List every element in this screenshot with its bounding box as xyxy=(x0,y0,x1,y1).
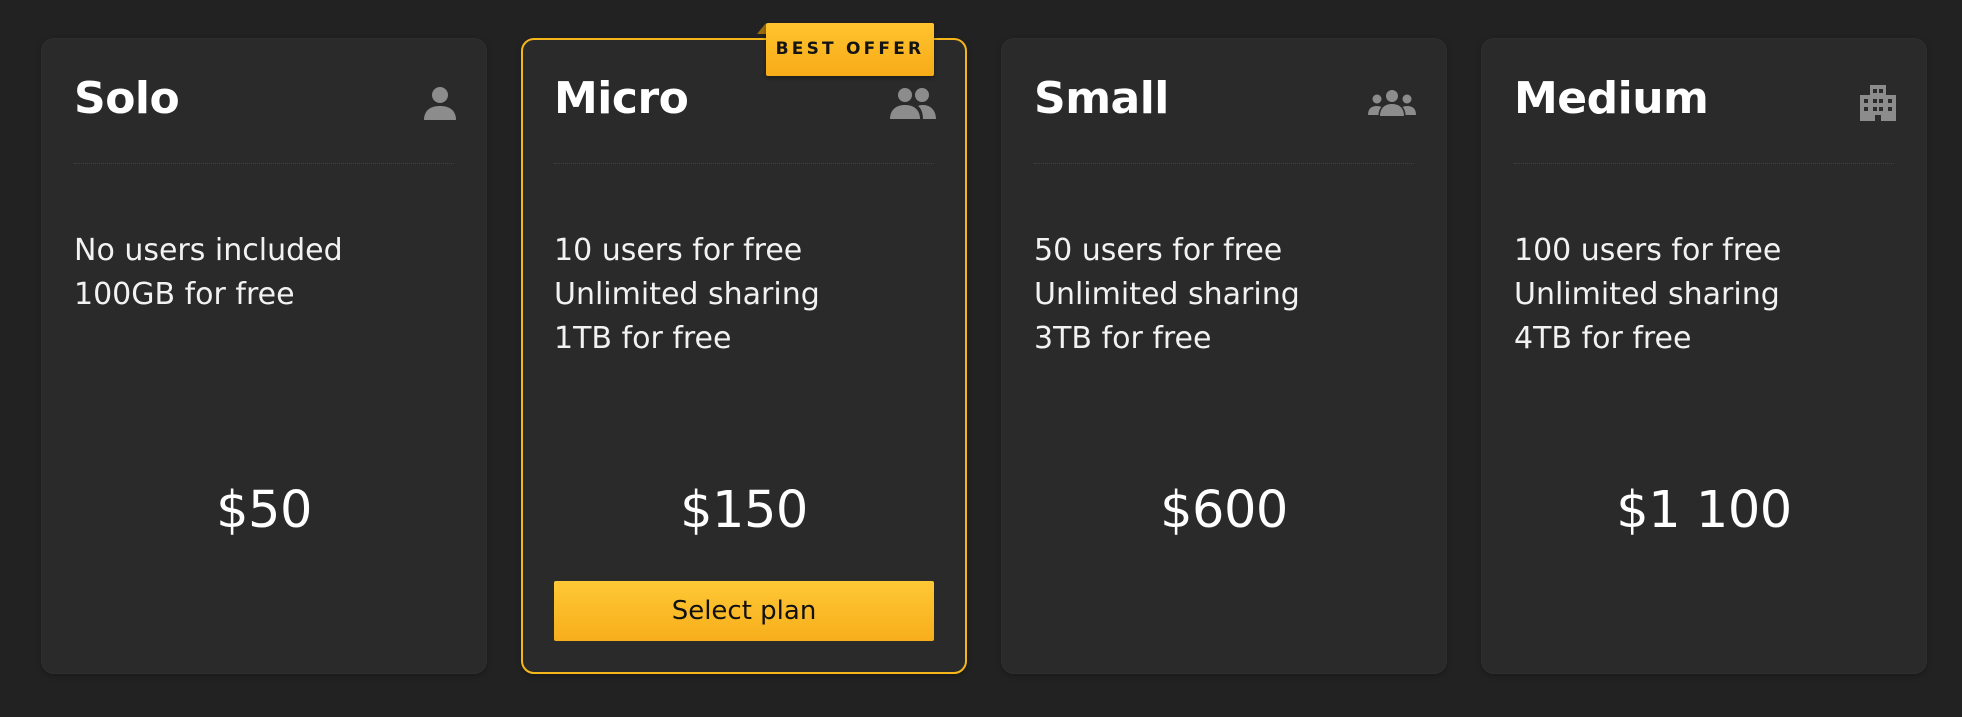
feature-list: 100 users for free Unlimited sharing 4TB… xyxy=(1514,229,1781,361)
feature-item: 50 users for free xyxy=(1034,233,1283,268)
feature-item: No users included xyxy=(74,233,343,268)
feature-item: Unlimited sharing xyxy=(554,277,820,312)
divider xyxy=(1514,163,1894,164)
feature-item: Unlimited sharing xyxy=(1514,277,1780,312)
plan-price: $50 xyxy=(216,481,312,540)
divider xyxy=(1034,163,1414,164)
feature-list: No users included 100GB for free xyxy=(74,229,343,317)
best-offer-badge: BEST OFFER xyxy=(766,23,934,76)
feature-item: Unlimited sharing xyxy=(1034,277,1300,312)
group-icon xyxy=(1366,83,1416,123)
person-icon xyxy=(406,83,456,123)
feature-item: 3TB for free xyxy=(1034,321,1212,356)
plan-price: $1 100 xyxy=(1616,481,1792,540)
feature-item: 100 users for free xyxy=(1514,233,1782,268)
feature-item: 10 users for free xyxy=(554,233,803,268)
plan-card-micro[interactable]: Micro 10 users for free Unlimited sharin… xyxy=(521,38,967,674)
plan-card-medium[interactable]: Medium 100 users for free Unlimited shar… xyxy=(1481,38,1927,674)
plan-card-small[interactable]: Small 50 users for free Unlimited sharin… xyxy=(1001,38,1447,674)
select-plan-button[interactable]: Select plan xyxy=(554,581,934,641)
divider xyxy=(74,163,454,164)
building-icon xyxy=(1846,83,1896,123)
people-icon xyxy=(886,83,936,123)
feature-list: 10 users for free Unlimited sharing 1TB … xyxy=(554,229,820,361)
divider xyxy=(554,163,934,164)
plan-price: $600 xyxy=(1160,481,1288,540)
feature-item: 100GB for free xyxy=(74,277,295,312)
feature-item: 4TB for free xyxy=(1514,321,1692,356)
plan-title: Micro xyxy=(554,73,689,124)
plan-title: Solo xyxy=(74,73,180,124)
plan-price: $150 xyxy=(680,481,808,540)
plan-title: Small xyxy=(1034,73,1169,124)
feature-item: 1TB for free xyxy=(554,321,732,356)
plan-card-solo[interactable]: Solo No users included 100GB for free $5… xyxy=(41,38,487,674)
badge-fold xyxy=(757,23,766,34)
plan-title: Medium xyxy=(1514,73,1709,124)
feature-list: 50 users for free Unlimited sharing 3TB … xyxy=(1034,229,1300,361)
pricing-plans: Solo No users included 100GB for free $5… xyxy=(0,0,1962,717)
